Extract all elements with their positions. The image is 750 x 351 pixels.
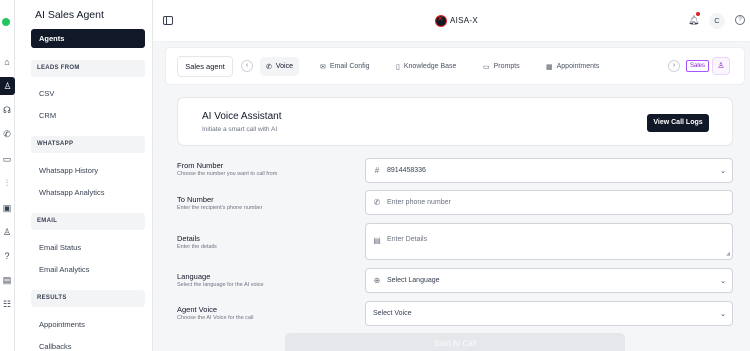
sidebar-item-appointments[interactable]: Appointments [39,320,85,329]
tab-knowledge-base-label: Knowledge Base [403,63,457,70]
agent-voice-select[interactable]: Select Voice ⌄ [365,301,733,326]
tab-voice[interactable]: ✆ Voice [260,57,299,76]
to-number-input[interactable]: ✆ Enter phone number [365,190,733,215]
mail-icon: ✉ [320,63,326,71]
avatar[interactable]: C [709,13,725,29]
details-help: Enter the details [177,244,217,250]
section-leads-from: LEADS FROM [31,60,145,77]
tab-prompts[interactable]: ▭ Prompts [477,57,526,76]
chevron-left-icon[interactable]: ‹ [241,60,253,72]
to-number-label: To Number [177,195,214,204]
to-number-placeholder: Enter phone number [387,199,451,206]
sales-badge[interactable]: Sales [686,60,710,72]
tab-knowledge-base[interactable]: ▯ Knowledge Base [390,57,462,76]
resize-handle-icon[interactable]: ◢ [726,251,730,257]
user-icon[interactable]: ♙ [1,226,13,238]
agent-voice-value: Select Voice [373,310,412,317]
tab-appointments-label: Appointments [556,63,600,70]
section-whatsapp: WHATSAPP [31,136,145,153]
sidebar-item-crm[interactable]: CRM [39,111,56,120]
agent-voice-help: Choose the AI Voice for the call [177,315,254,321]
hash-icon: # [374,166,380,175]
language-label: Language [177,272,211,281]
language-select[interactable]: ⊕ Select Language ⌄ [365,268,733,293]
tab-prompts-label: Prompts [493,63,520,70]
language-help: Select the language for the AI voice [177,282,264,288]
agent-voice-label: Agent Voice [177,305,218,314]
help-icon[interactable]: ? [735,15,745,25]
bell-icon[interactable]: 🔔︎ [688,15,699,26]
voice-assistant-card: AI Voice Assistant Initiate a smart call… [177,97,733,146]
section-email: EMAIL [31,213,145,230]
chevron-down-icon: ⌄ [720,311,726,318]
start-ai-call-button[interactable]: Start AI Call [285,333,625,351]
bar-chart-icon[interactable]: ⫶ [1,177,13,189]
details-textarea[interactable]: ▤ Enter Details ◢ [365,223,733,260]
message-icon: ▭ [483,63,490,71]
wallet-icon[interactable]: ▣ [1,202,13,214]
sidebar-item-whatsapp-history[interactable]: Whatsapp History [39,166,98,175]
from-number-value: 8914458336 [387,167,426,174]
brand-name: AISA-X [450,16,479,25]
sidebar-item-csv[interactable]: CSV [39,89,54,98]
document-icon: ▤ [373,236,381,245]
view-call-logs-button[interactable]: View Call Logs [647,114,709,132]
tab-appointments[interactable]: ▦ Appointments [540,57,605,76]
notification-dot [696,12,700,16]
card-title: AI Voice Assistant [202,111,282,122]
tab-voice-label: Voice [275,63,293,70]
details-label: Details [177,234,200,243]
sidebar-title: AI Sales Agent [35,9,104,21]
status-online-dot [2,18,10,26]
calendar-icon: ▦ [546,63,553,71]
tab-bar: Sales agent ‹ ✆ Voice ✉ Email Config ▯ K… [165,47,745,85]
phone-icon: ✆ [373,198,381,207]
sidebar-item-agents[interactable]: Agents [31,29,145,48]
top-header: AISA-X 🔔︎ C ? [153,0,750,42]
sidebar-item-callbacks[interactable]: Callbacks [39,342,72,351]
home-icon[interactable]: ⌂ [1,56,13,68]
sidebar-item-email-status[interactable]: Email Status [39,243,81,252]
chevron-down-icon: ⌄ [720,168,726,175]
icon-rail: ⌂ ♙ ☊ ✆ ▭ ⫶ ▣ ♙ ? ▤ ☷ [0,0,15,351]
globe-icon: ⊕ [373,276,381,285]
from-number-label: From Number [177,161,224,170]
agent-avatar-icon[interactable]: ♙ [712,57,730,75]
brand-logo [435,14,447,27]
tab-email-config-label: Email Config [329,63,370,70]
to-number-help: Enter the recipient's phone number [177,205,263,211]
clipboard-icon[interactable]: ▤ [1,274,13,286]
chevron-down-icon: ⌄ [720,278,726,285]
section-results: RESULTS [31,290,145,307]
card-subtitle: Initiate a smart call with AI [202,126,278,133]
from-number-help: Choose the number you want to call from [177,171,278,177]
language-value: Select Language [387,277,440,284]
sidebar-item-whatsapp-analytics[interactable]: Whatsapp Analytics [39,188,104,197]
sidebar-item-email-analytics[interactable]: Email Analytics [39,265,89,274]
chat-icon[interactable]: ▭ [1,153,13,165]
details-placeholder: Enter Details [387,236,428,243]
phone-call-icon[interactable]: ✆ [1,128,13,140]
tab-email-config[interactable]: ✉ Email Config [314,57,376,76]
from-number-select[interactable]: # 8914458336 ⌄ [365,158,733,183]
headset-icon[interactable]: ☊ [1,104,13,116]
agent-selector[interactable]: Sales agent [177,56,233,77]
agents-icon[interactable]: ♙ [0,77,15,95]
sidebar: AI Sales Agent Agents LEADS FROM CSV CRM… [15,0,153,351]
sidebar-toggle-icon[interactable] [163,16,173,25]
phone-icon: ✆ [266,63,272,71]
help-circle-icon[interactable]: ? [1,250,13,262]
users-icon[interactable]: ☷ [1,298,13,310]
book-icon: ▯ [396,63,400,71]
chevron-right-icon[interactable]: › [668,60,680,72]
main-content: Sales agent ‹ ✆ Voice ✉ Email Config ▯ K… [153,42,750,351]
